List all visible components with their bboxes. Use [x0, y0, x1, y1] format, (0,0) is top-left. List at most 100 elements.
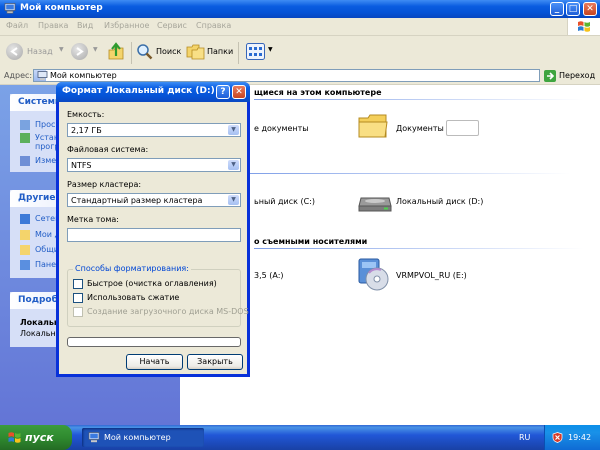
- view-info-icon: [20, 120, 30, 130]
- window-title: Мой компьютер: [20, 3, 103, 13]
- cd-drive-icon[interactable]: [357, 257, 391, 291]
- floppy-item[interactable]: 3,5 (A:): [254, 271, 284, 280]
- back-button[interactable]: [6, 43, 23, 60]
- dialog-title-bar[interactable]: Формат Локальный диск (D:) ? ✕: [56, 82, 250, 102]
- taskbar: пуск Мой компьютер RU 19:42: [0, 425, 600, 450]
- format-options-title: Способы форматирования:: [73, 264, 191, 273]
- arrow-left-icon: [10, 47, 18, 56]
- hard-drive-icon[interactable]: [357, 188, 393, 214]
- capacity-select[interactable]: 2,17 ГБ ▼: [67, 123, 241, 137]
- close-button[interactable]: ✕: [583, 2, 597, 16]
- section-removable: о съемными носителями: [254, 237, 368, 246]
- taskbar-window-label: Мой компьютер: [104, 433, 171, 442]
- close-dialog-button[interactable]: Закрыть: [187, 354, 243, 370]
- start-button-taskbar[interactable]: пуск: [0, 425, 72, 450]
- menu-favorites[interactable]: Избранное: [104, 21, 149, 30]
- cluster-select[interactable]: Стандартный размер кластера ▼: [67, 193, 241, 207]
- language-indicator[interactable]: RU: [519, 433, 530, 442]
- my-computer-icon: [88, 432, 100, 443]
- format-dialog: Формат Локальный диск (D:) ? ✕ Емкость: …: [56, 82, 250, 377]
- dialog-body: Емкость: 2,17 ГБ ▼ Файловая система: NTF…: [59, 102, 249, 374]
- views-icon[interactable]: [246, 43, 265, 60]
- back-dropdown-icon[interactable]: ▼: [59, 46, 64, 53]
- my-computer-small-icon: [37, 71, 48, 81]
- quick-format-label[interactable]: Быстрое (очистка оглавления): [87, 279, 217, 288]
- place-link-control-panel[interactable]: Пане: [35, 260, 56, 269]
- cluster-label: Размер кластера:: [67, 180, 142, 189]
- filesystem-label: Файловая система:: [67, 145, 149, 154]
- forward-dropdown-icon[interactable]: ▼: [93, 46, 98, 53]
- address-input[interactable]: Мой компьютер: [33, 69, 540, 82]
- capacity-label: Емкость:: [67, 110, 105, 119]
- taskbar-window-button[interactable]: Мой компьютер: [82, 428, 204, 447]
- toolbar: Назад ▼ ▼ Поиск Папки ▼: [0, 36, 600, 69]
- section-divider: [240, 173, 570, 174]
- section-divider: [254, 99, 584, 100]
- windows-flag-icon: [8, 432, 21, 443]
- compression-label[interactable]: Использовать сжатие: [87, 293, 179, 302]
- quick-format-checkbox[interactable]: [73, 279, 83, 289]
- dialog-title: Формат Локальный диск (D:): [62, 86, 215, 96]
- chevron-down-icon[interactable]: ▼: [228, 195, 239, 205]
- filesystem-value: NTFS: [71, 161, 92, 170]
- views-dropdown-icon[interactable]: ▼: [268, 46, 273, 53]
- capacity-value: 2,17 ГБ: [71, 126, 102, 135]
- msdos-boot-checkbox: [73, 307, 83, 317]
- cd-drive-item[interactable]: VRMPVOL_RU (E:): [396, 271, 467, 280]
- system-tray: 19:42: [544, 425, 600, 450]
- go-label: Переход: [559, 71, 596, 80]
- compression-checkbox[interactable]: [73, 293, 83, 303]
- menu-help[interactable]: Справка: [196, 21, 231, 30]
- forward-button[interactable]: [71, 43, 88, 60]
- address-value: Мой компьютер: [50, 71, 117, 80]
- documents-item[interactable]: Документы -: [396, 124, 449, 133]
- security-shield-icon[interactable]: [552, 432, 563, 443]
- filesystem-select[interactable]: NTFS ▼: [67, 158, 241, 172]
- network-icon: [20, 214, 30, 224]
- address-label: Адрес:: [4, 71, 33, 80]
- search-icon[interactable]: [136, 43, 153, 60]
- help-button[interactable]: ?: [216, 85, 230, 99]
- folder-up-icon[interactable]: [107, 42, 125, 61]
- section-stored-files: щиеся на этом компьютере: [254, 88, 382, 97]
- search-label[interactable]: Поиск: [156, 47, 181, 56]
- msdos-boot-label: Создание загрузочного диска MS-DOS: [87, 307, 249, 316]
- maximize-button[interactable]: □: [566, 2, 580, 16]
- menu-bar: Файл Правка Вид Избранное Сервис Справка: [0, 18, 600, 36]
- folders-icon[interactable]: [186, 43, 205, 60]
- menu-edit[interactable]: Правка: [38, 21, 68, 30]
- dialog-close-button[interactable]: ✕: [232, 85, 246, 99]
- control-panel-icon: [20, 260, 30, 270]
- windows-logo: [567, 18, 600, 35]
- start-button[interactable]: Начать: [126, 354, 183, 370]
- back-label: Назад: [27, 47, 53, 56]
- start-label: пуск: [25, 431, 54, 444]
- format-progress-bar: [67, 337, 241, 347]
- arrow-right-icon: [76, 47, 84, 56]
- disk-d-item[interactable]: Локальный диск (D:): [396, 197, 483, 206]
- menu-file[interactable]: Файл: [6, 21, 28, 30]
- minimize-button[interactable]: _: [550, 2, 564, 16]
- shared-folder-icon: [20, 245, 30, 255]
- install-programs-icon: [20, 133, 30, 143]
- chevron-down-icon[interactable]: ▼: [228, 125, 239, 135]
- window-title-bar[interactable]: Мой компьютер _ □ ✕: [0, 0, 600, 18]
- control-settings-icon: [20, 156, 30, 166]
- windows-flag-icon: [578, 21, 590, 32]
- go-button[interactable]: Переход: [542, 69, 600, 83]
- my-documents-icon: [20, 230, 30, 240]
- details-name: Локальн: [20, 318, 60, 327]
- menu-view[interactable]: Вид: [77, 21, 93, 30]
- folder-icon[interactable]: [358, 113, 388, 139]
- section-divider: [254, 248, 584, 249]
- volume-label: Метка тома:: [67, 215, 119, 224]
- menu-tools[interactable]: Сервис: [157, 21, 187, 30]
- go-arrow-icon: [544, 70, 556, 82]
- clock: 19:42: [568, 433, 592, 442]
- redacted-box: [446, 120, 479, 136]
- folders-label[interactable]: Папки: [207, 47, 233, 56]
- chevron-down-icon[interactable]: ▼: [228, 160, 239, 170]
- shared-documents-item[interactable]: е документы: [254, 124, 309, 133]
- volume-label-input[interactable]: [67, 228, 241, 242]
- disk-c-item[interactable]: ьный диск (C:): [254, 197, 315, 206]
